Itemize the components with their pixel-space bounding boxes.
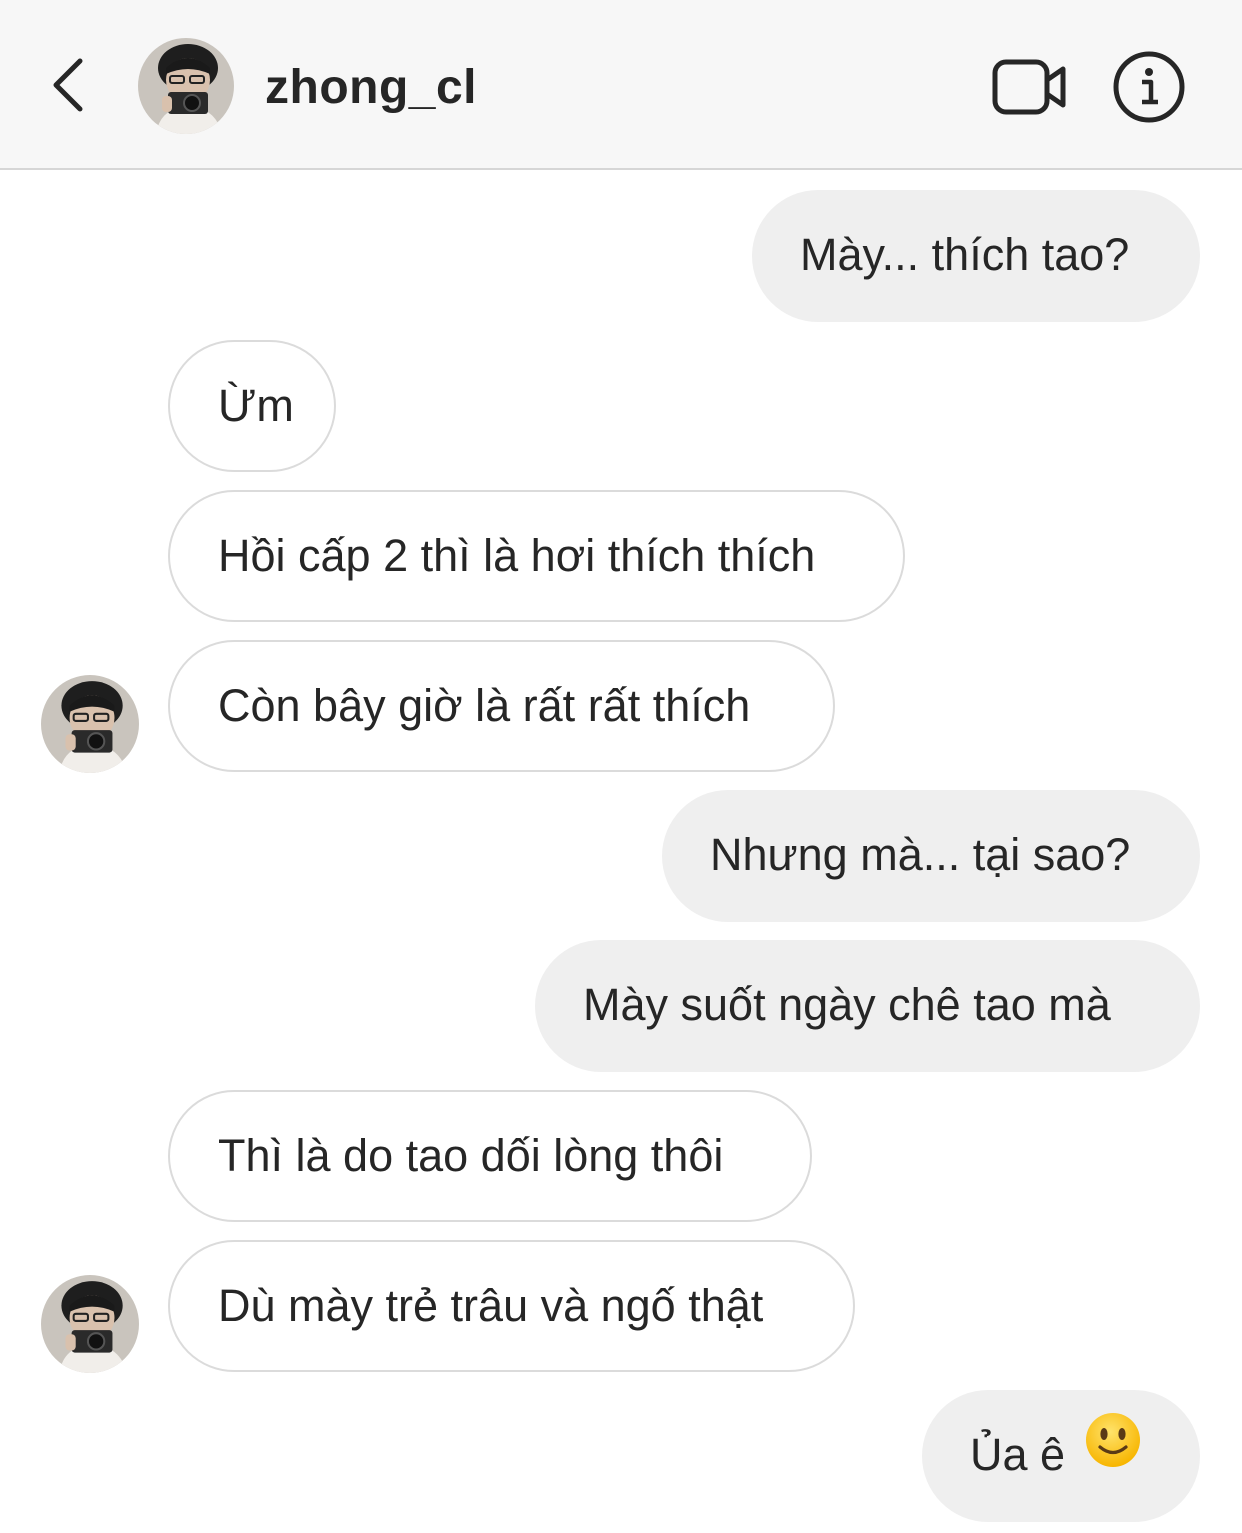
slightly-smiling-face-icon xyxy=(1084,1389,1142,1519)
message-text: Dù mày trẻ trâu và ngố thật xyxy=(218,1280,764,1331)
message-text: Mày... thích tao? xyxy=(800,229,1130,280)
message-bubble-received[interactable]: Còn bây giờ là rất rất thích xyxy=(168,640,835,772)
info-button[interactable] xyxy=(1112,50,1186,124)
avatar[interactable] xyxy=(41,1275,139,1373)
video-camera-icon xyxy=(992,59,1066,115)
username-title[interactable]: zhong_cl xyxy=(265,58,477,118)
message-bubble-sent[interactable]: Mày... thích tao? xyxy=(752,190,1200,322)
profile-photo xyxy=(138,38,234,134)
avatar[interactable] xyxy=(138,38,234,134)
video-call-button[interactable] xyxy=(990,52,1070,122)
avatar[interactable] xyxy=(41,675,139,773)
info-icon xyxy=(1113,51,1185,123)
message-bubble-received[interactable]: Hồi cấp 2 thì là hơi thích thích xyxy=(168,490,905,622)
message-bubble-sent[interactable]: Ủa ê xyxy=(922,1390,1200,1522)
message-text: Ủa ê xyxy=(970,1429,1066,1480)
message-text: Nhưng mà... tại sao? xyxy=(710,829,1131,880)
profile-photo xyxy=(41,1275,139,1373)
message-text: Hồi cấp 2 thì là hơi thích thích xyxy=(218,530,816,581)
profile-photo xyxy=(41,675,139,773)
message-bubble-received[interactable]: Ừm xyxy=(168,340,336,472)
message-bubble-received[interactable]: Dù mày trẻ trâu và ngố thật xyxy=(168,1240,855,1372)
message-bubble-sent[interactable]: Mày suốt ngày chê tao mà xyxy=(535,940,1200,1072)
message-thread[interactable]: Mày... thích tao? Ừm Hồi cấp 2 thì là hơ… xyxy=(0,170,1242,1533)
message-text: Mày suốt ngày chê tao mà xyxy=(583,979,1111,1030)
message-text: Còn bây giờ là rất rất thích xyxy=(218,680,751,731)
message-bubble-received[interactable]: Thì là do tao dối lòng thôi xyxy=(168,1090,812,1222)
message-text: Thì là do tao dối lòng thôi xyxy=(218,1130,724,1181)
back-button[interactable] xyxy=(40,50,96,120)
message-text: Ừm xyxy=(218,380,294,431)
message-bubble-sent[interactable]: Nhưng mà... tại sao? xyxy=(662,790,1200,922)
chevron-left-icon xyxy=(53,58,83,112)
chat-header: zhong_cl xyxy=(0,0,1242,170)
